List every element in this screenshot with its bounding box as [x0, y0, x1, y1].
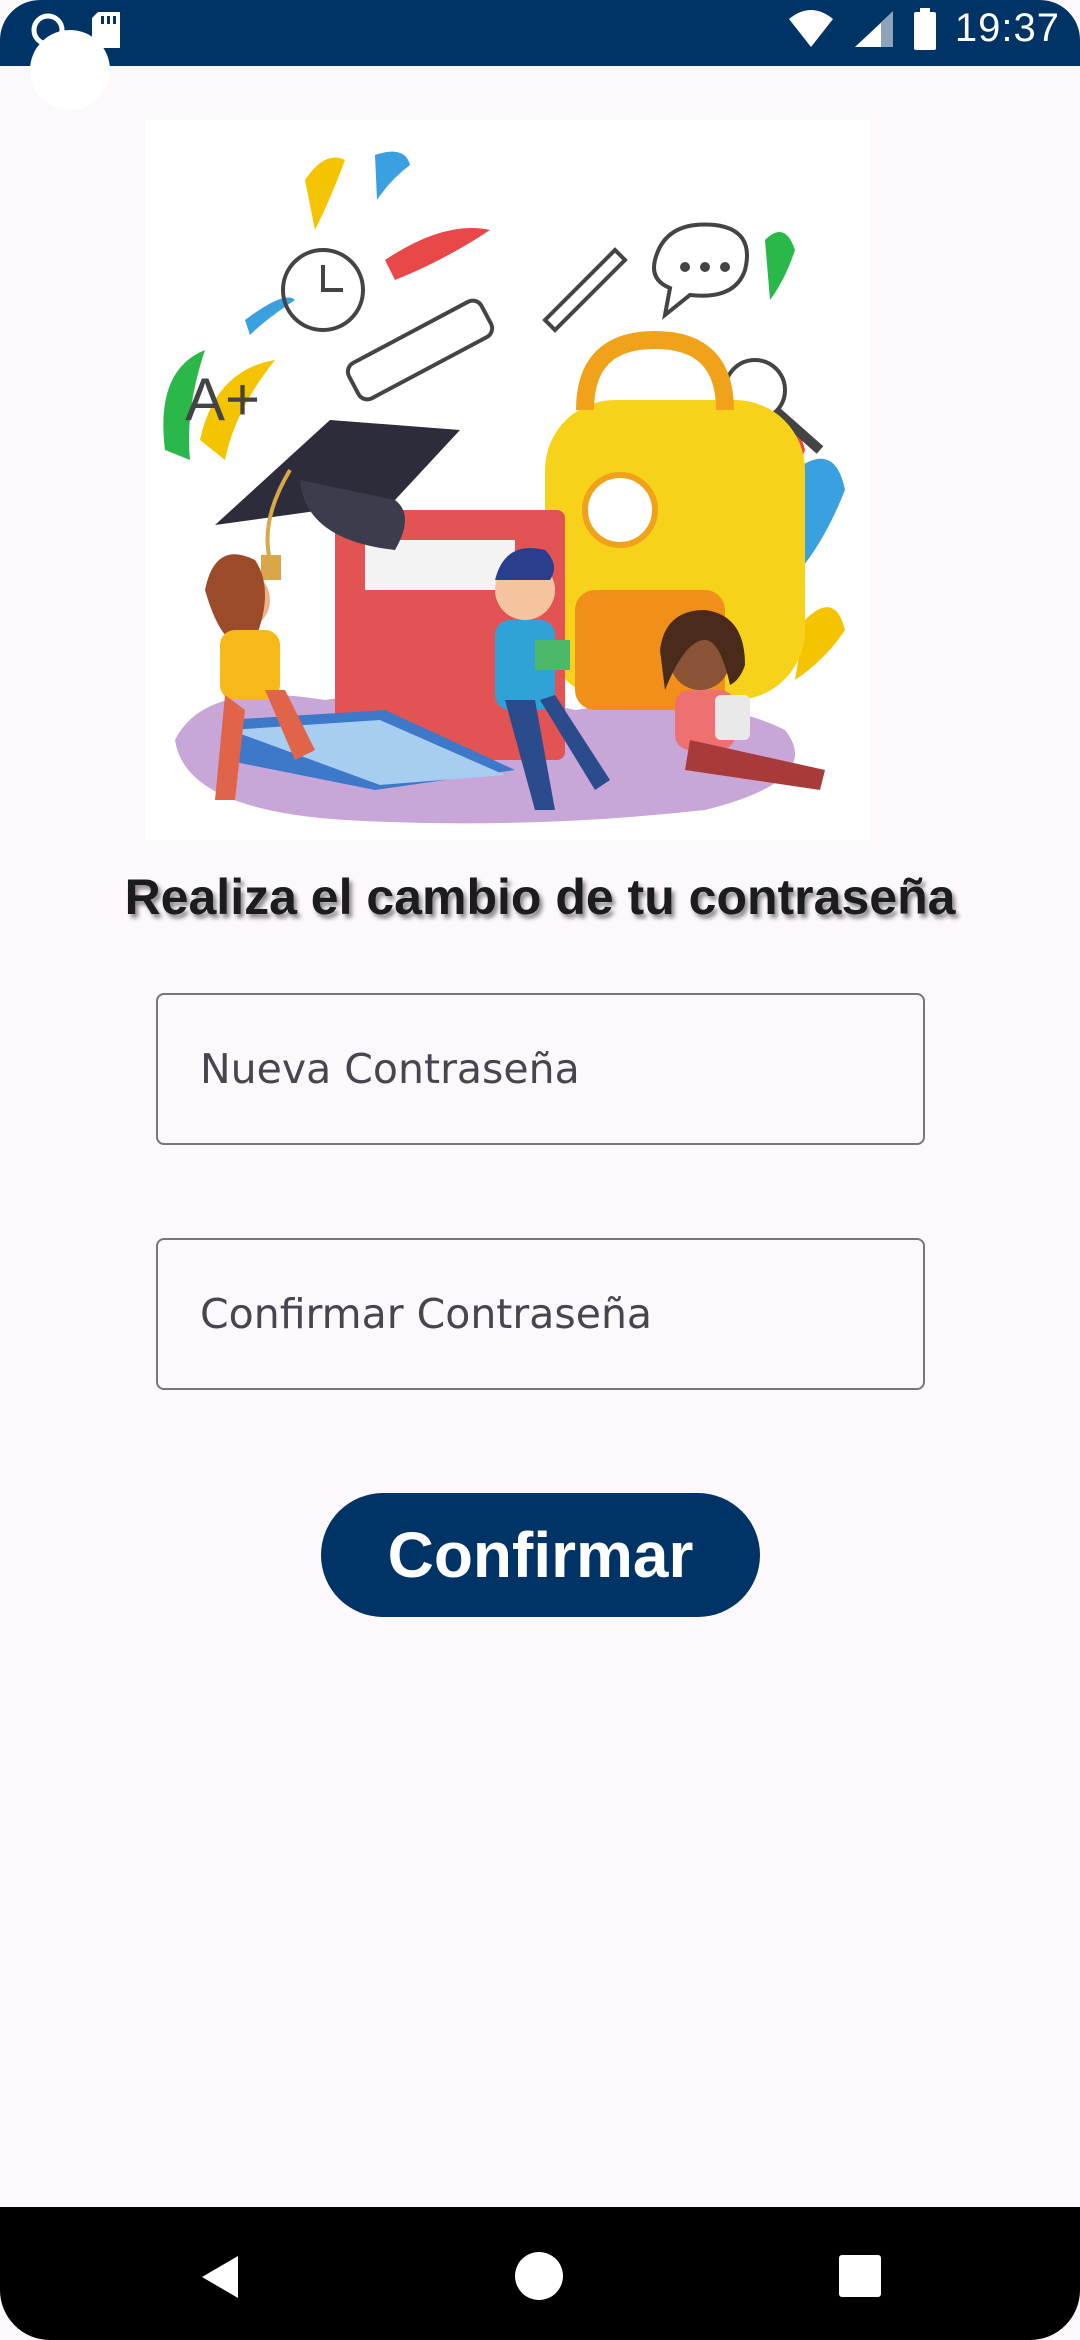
- wifi-icon: [788, 9, 833, 47]
- new-password-input[interactable]: [158, 995, 923, 1143]
- recents-icon[interactable]: [839, 2255, 881, 2297]
- status-right-icons: 19:37: [787, 6, 1060, 51]
- home-icon[interactable]: [515, 2252, 563, 2300]
- status-bar: 19:37: [0, 0, 1080, 66]
- confirm-password-field[interactable]: [156, 1238, 925, 1390]
- status-time: 19:37: [954, 6, 1060, 50]
- svg-text:A+: A+: [185, 366, 260, 433]
- navigation-bar: [0, 2207, 1080, 2340]
- camera-cutout: [30, 30, 110, 110]
- screen: 19:37 A+ Realiza el cambio de tu contras…: [0, 0, 1080, 2340]
- confirm-button[interactable]: Confirmar: [321, 1493, 760, 1617]
- education-illustration: A+: [145, 120, 870, 840]
- page-title: Realiza el cambio de tu contraseña: [124, 869, 956, 925]
- confirm-password-input[interactable]: [158, 1240, 923, 1388]
- signal-icon: [854, 10, 893, 47]
- back-icon[interactable]: [198, 2254, 242, 2300]
- new-password-field[interactable]: [156, 993, 925, 1145]
- battery-icon: [913, 7, 936, 50]
